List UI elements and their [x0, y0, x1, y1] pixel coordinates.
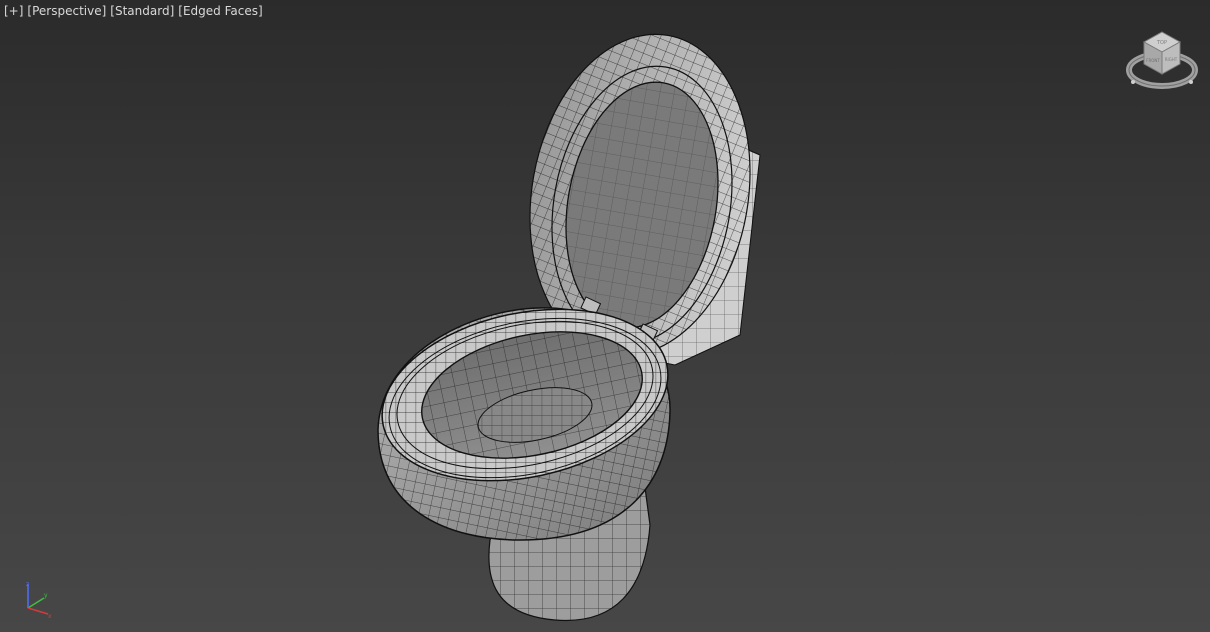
axis-tripod-icon: z y x	[26, 581, 52, 620]
viewcube-icon[interactable]: TOP FRONT RIGHT	[1124, 26, 1200, 96]
viewport-label-bar: [+] [Perspective] [Standard] [Edged Face…	[4, 4, 263, 18]
axis-z-letter: z	[26, 581, 29, 588]
viewcube-compass-marker-right	[1189, 80, 1193, 84]
viewcube-compass-marker-left	[1131, 80, 1135, 84]
viewport-view-mode[interactable]: [Perspective]	[27, 4, 106, 18]
viewport-shading-mode[interactable]: [Standard]	[110, 4, 174, 18]
viewcube-top-text: TOP	[1156, 40, 1167, 46]
axis-y-line	[27, 597, 45, 609]
axis-x-letter: x	[48, 613, 52, 620]
viewcube-right-text: RIGHT	[1165, 57, 1178, 62]
toilet-mesh-icon[interactable]	[360, 20, 780, 630]
axis-y-letter: y	[44, 592, 48, 599]
viewport-display-mode[interactable]: [Edged Faces]	[178, 4, 262, 18]
viewcube-front-text: FRONT	[1146, 58, 1160, 63]
axis-x-line	[27, 607, 49, 615]
viewport-menu-plus[interactable]: [+]	[4, 4, 23, 18]
perspective-viewport[interactable]: [+] [Perspective] [Standard] [Edged Face…	[0, 0, 1210, 632]
